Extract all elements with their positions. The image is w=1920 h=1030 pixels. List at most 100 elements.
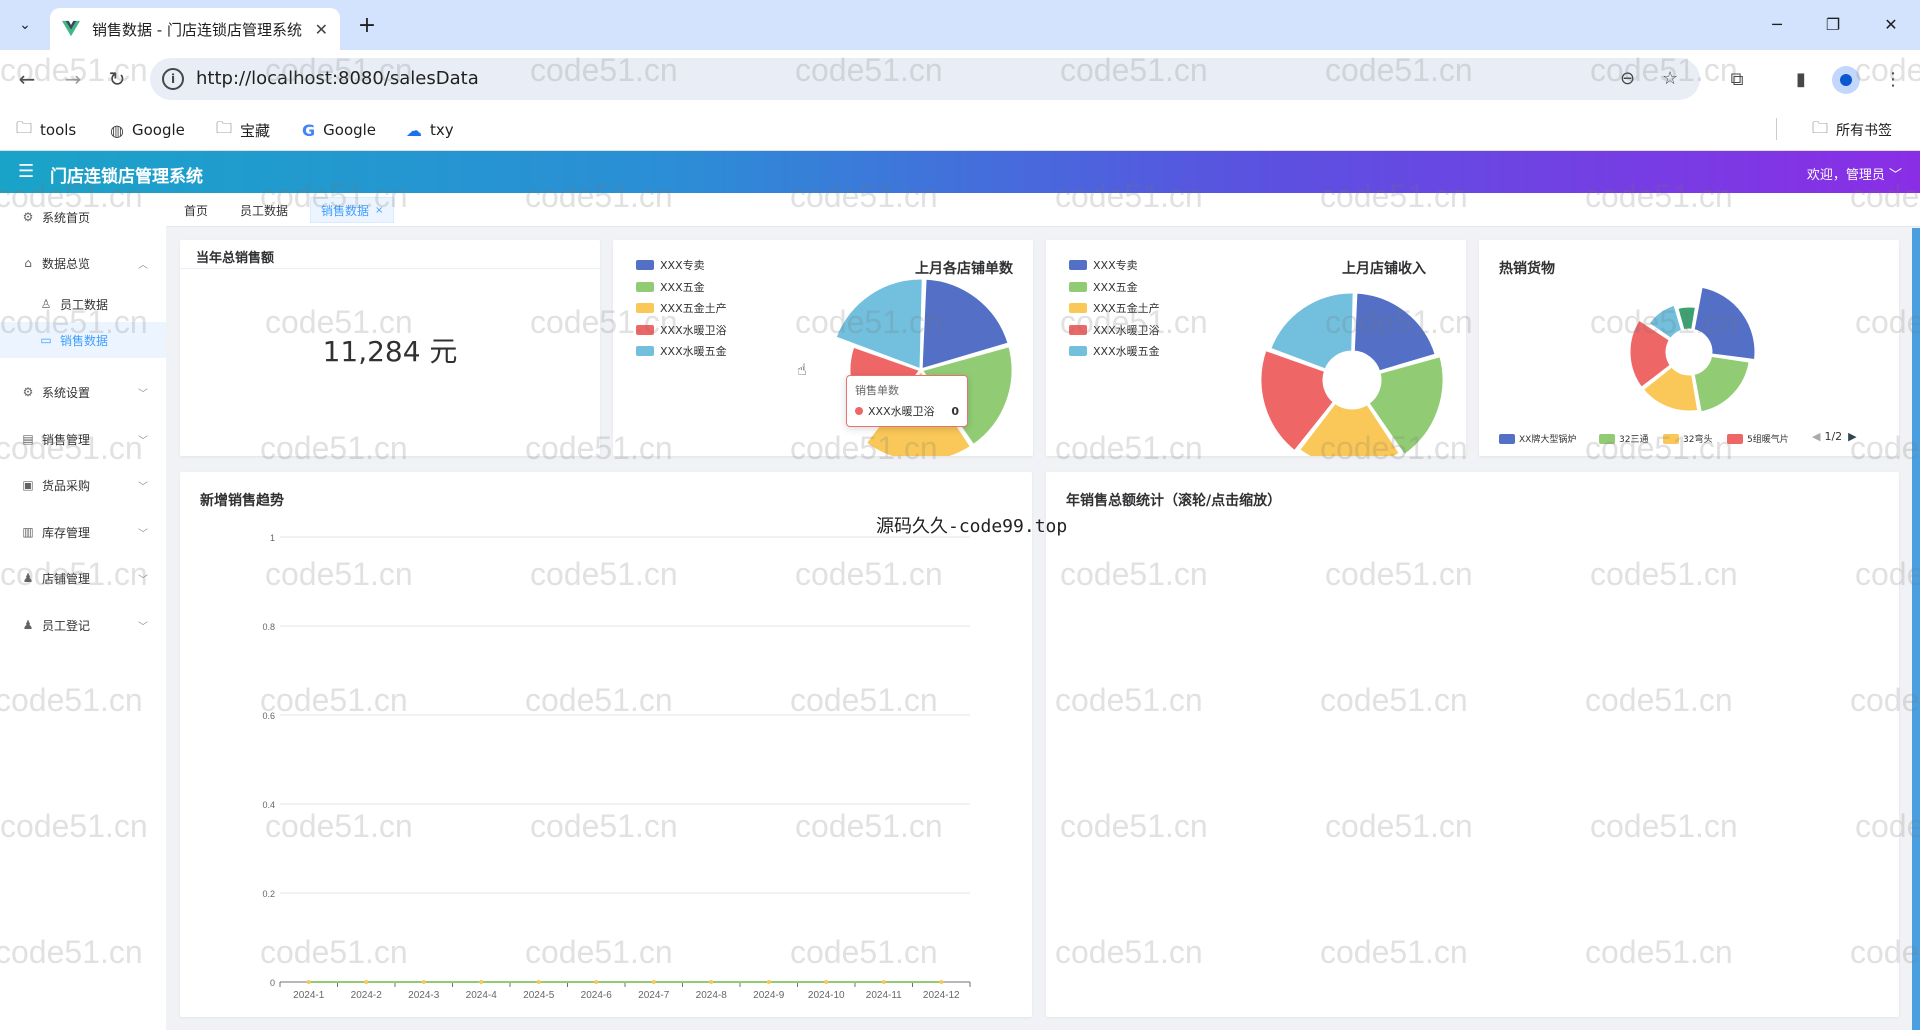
data-point[interactable]: [709, 980, 714, 984]
tooltip-value: 0: [951, 404, 959, 418]
chart-tooltip: 销售单数 XXX水暖卫浴 0: [846, 375, 968, 427]
bookmark-google[interactable]: ◍ Google: [110, 116, 185, 144]
bookmark-label: txy: [430, 121, 454, 139]
tag-home[interactable]: 首页: [174, 197, 218, 223]
forward-button[interactable]: →: [58, 64, 88, 94]
x-tick-label: 2024-12: [923, 990, 960, 1001]
sales-trend-line-chart[interactable]: 0 0.2 0.4 0.6 0.8 1 2024-1 2024-2 2024-3 2024-4 20…: [180, 472, 1032, 1017]
user-menu[interactable]: 欢迎，管理员 ﹀: [1807, 164, 1902, 183]
tag-sales-data[interactable]: 销售数据 ×: [310, 197, 395, 223]
sidebar-item-inventory[interactable]: ▥ 库存管理 ﹀: [0, 512, 166, 552]
y-tick-label: 0.8: [262, 622, 275, 632]
data-point[interactable]: [881, 980, 886, 984]
tag-close-icon[interactable]: ×: [375, 205, 383, 216]
side-panel-icon[interactable]: ▮: [1786, 64, 1816, 94]
sidebar-item-employee-register[interactable]: ♟ 员工登记 ﹀: [0, 605, 166, 645]
address-bar[interactable]: i http://localhost:8080/salesData ⊖ ☆: [150, 58, 1700, 100]
browser-tab[interactable]: 销售数据 - 门店连锁店管理系统 ✕: [50, 8, 340, 50]
legend-item[interactable]: 32三通: [1599, 432, 1648, 445]
pie-slice[interactable]: [1691, 353, 1753, 415]
x-tick-label: 2024-11: [866, 990, 902, 1001]
data-point[interactable]: [306, 980, 311, 984]
tag-label: 员工数据: [240, 203, 289, 218]
legend-item[interactable]: 5组暖气片: [1727, 432, 1789, 445]
bookmark-txy[interactable]: ☁ txy: [406, 116, 454, 144]
gear-icon: ⚙: [22, 385, 34, 399]
hand-cursor-icon: ☝: [797, 360, 807, 379]
profile-avatar[interactable]: [1832, 66, 1860, 94]
sidebar-item-home[interactable]: ⚙ 系统首页: [0, 197, 166, 237]
data-point[interactable]: [766, 980, 771, 984]
bookmark-star-icon[interactable]: ☆: [1662, 68, 1678, 89]
folder-icon: 🗀: [16, 117, 33, 137]
annual-sales-chart-area[interactable]: [1046, 522, 1899, 1017]
legend-label: 32弯头: [1683, 435, 1713, 445]
tab-search-button[interactable]: ⌄: [10, 10, 40, 40]
card-title: 年销售总额统计（滚轮/点击缩放）: [1066, 493, 1282, 509]
hot-goods-donut-chart[interactable]: [1479, 240, 1899, 456]
bookmark-label: Google: [323, 121, 377, 139]
data-point[interactable]: [939, 980, 944, 984]
order-count-pie-chart[interactable]: [613, 240, 1033, 456]
chart-icon: ▭: [40, 333, 52, 347]
tooltip-marker: [855, 407, 863, 415]
more-menu-icon[interactable]: ⋮: [1878, 64, 1908, 94]
sidebar-item-overview[interactable]: ⌂ 数据总览 ︿: [0, 243, 166, 283]
gear-icon: ⚙: [22, 210, 34, 224]
sidebar-item-sales-management[interactable]: ▤ 销售管理 ﹀: [0, 419, 166, 459]
data-point[interactable]: [421, 980, 426, 984]
zoom-icon[interactable]: ⊖: [1620, 68, 1635, 89]
url-text[interactable]: http://localhost:8080/salesData: [196, 68, 479, 89]
sidebar-item-employee-data[interactable]: ♙ 员工数据: [0, 286, 166, 322]
sidebar-item-purchasing[interactable]: ▣ 货品采购 ﹀: [0, 465, 166, 505]
hot-goods-card: 热销货物 XX牌大型锅炉 32三通 32弯头 5组暖气片 ◀ 1/2 ▶: [1479, 240, 1899, 456]
store-income-donut-chart[interactable]: [1046, 240, 1466, 456]
x-tick-label: 2024-2: [351, 990, 383, 1001]
all-bookmarks[interactable]: 🗀 所有书签: [1812, 116, 1892, 144]
google-icon: G: [302, 120, 316, 140]
sidebar-item-label: 系统设置: [42, 385, 91, 400]
minimize-button[interactable]: ─: [1752, 8, 1802, 40]
extensions-icon[interactable]: ⧉: [1722, 64, 1752, 94]
data-point[interactable]: [536, 980, 541, 984]
folder-icon: 🗀: [1812, 117, 1829, 137]
pie-slice[interactable]: [1691, 284, 1758, 363]
legend-prev-icon[interactable]: ◀: [1812, 430, 1820, 443]
new-tab-button[interactable]: +: [352, 10, 382, 40]
tag-employee-data[interactable]: 员工数据: [230, 197, 298, 223]
vue-logo-icon: [62, 20, 80, 37]
back-button[interactable]: ←: [12, 64, 42, 94]
legend-swatch: [1499, 433, 1515, 444]
legend-next-icon[interactable]: ▶: [1848, 430, 1856, 443]
data-point[interactable]: [651, 980, 656, 984]
site-info-icon[interactable]: i: [162, 68, 184, 90]
tab-close-button[interactable]: ✕: [315, 20, 328, 39]
chevron-down-icon: ﹀: [138, 435, 148, 447]
sidebar-item-settings[interactable]: ⚙ 系统设置 ﹀: [0, 372, 166, 412]
close-window-button[interactable]: ✕: [1866, 8, 1916, 40]
legend-item[interactable]: 32弯头: [1663, 432, 1712, 445]
source-note: 源码久久-code99.top: [876, 516, 1068, 537]
data-point[interactable]: [594, 980, 599, 984]
chevron-down-icon: ﹀: [138, 528, 148, 540]
sidebar-item-label: 系统首页: [42, 210, 91, 225]
chevron-down-icon: ﹀: [138, 621, 148, 633]
legend-item[interactable]: XX牌大型锅炉: [1499, 432, 1576, 445]
bookmark-label: Google: [131, 121, 185, 139]
store-icon: ♟: [22, 571, 34, 585]
menu-toggle-icon[interactable]: ☰: [18, 161, 34, 182]
reload-button[interactable]: ↻: [102, 64, 132, 94]
bookmark-treasure[interactable]: 🗀 宝藏: [216, 116, 270, 144]
data-point[interactable]: [479, 980, 484, 984]
bookmark-tools[interactable]: 🗀 tools: [16, 116, 76, 144]
restore-button[interactable]: ❐: [1808, 8, 1858, 40]
x-tick-label: 2024-3: [408, 990, 440, 1001]
sidebar-item-stores[interactable]: ♟ 店铺管理 ﹀: [0, 558, 166, 598]
all-bookmarks-label: 所有书签: [1836, 123, 1893, 139]
app-title: 门店连锁店管理系统: [50, 167, 203, 187]
sidebar-item-sales-data[interactable]: ▭ 销售数据: [0, 322, 166, 358]
bookmark-google-2[interactable]: G Google: [302, 116, 376, 144]
data-point[interactable]: [364, 980, 369, 984]
data-point[interactable]: [824, 980, 829, 984]
sidebar-item-label: 店铺管理: [42, 571, 91, 586]
